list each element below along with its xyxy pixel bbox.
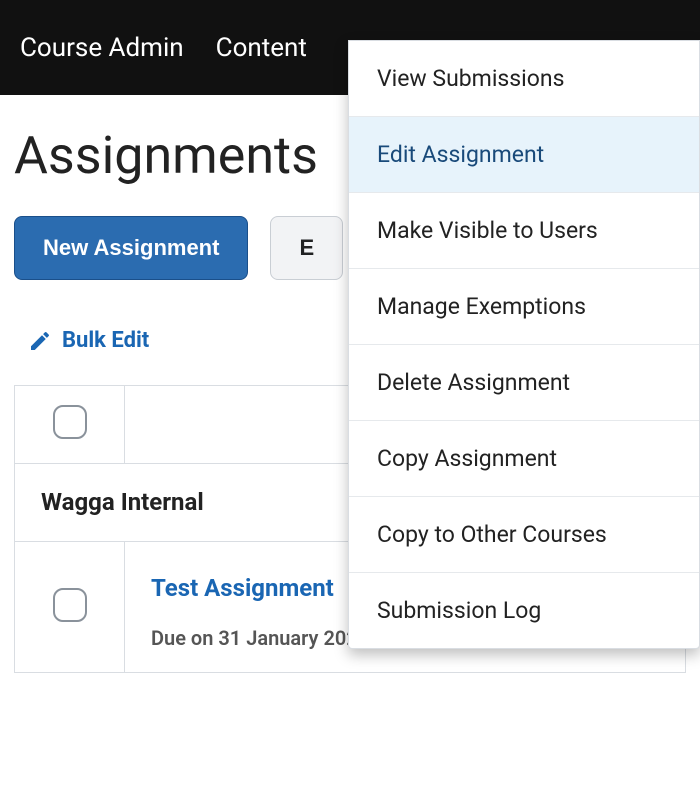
bulk-edit-label: Bulk Edit: [62, 328, 149, 353]
menu-make-visible[interactable]: Make Visible to Users: [349, 193, 699, 269]
menu-submission-log[interactable]: Submission Log: [349, 573, 699, 648]
secondary-button[interactable]: E: [270, 216, 343, 280]
menu-view-submissions[interactable]: View Submissions: [349, 41, 699, 117]
select-all-cell: [15, 385, 125, 463]
context-menu: View Submissions Edit Assignment Make Vi…: [348, 40, 700, 649]
assignment-link[interactable]: Test Assignment: [151, 574, 334, 602]
select-all-checkbox[interactable]: [53, 405, 87, 439]
pencil-icon: [28, 329, 52, 353]
menu-copy-other-courses[interactable]: Copy to Other Courses: [349, 497, 699, 573]
nav-course-admin[interactable]: Course Admin: [20, 33, 184, 63]
menu-edit-assignment[interactable]: Edit Assignment: [349, 117, 699, 193]
new-assignment-button[interactable]: New Assignment: [14, 216, 248, 280]
menu-delete-assignment[interactable]: Delete Assignment: [349, 345, 699, 421]
nav-content[interactable]: Content: [216, 33, 307, 63]
row-checkbox-cell: [15, 541, 125, 672]
row-checkbox[interactable]: [53, 588, 87, 622]
bulk-edit-link[interactable]: Bulk Edit: [28, 328, 149, 353]
menu-manage-exemptions[interactable]: Manage Exemptions: [349, 269, 699, 345]
menu-copy-assignment[interactable]: Copy Assignment: [349, 421, 699, 497]
